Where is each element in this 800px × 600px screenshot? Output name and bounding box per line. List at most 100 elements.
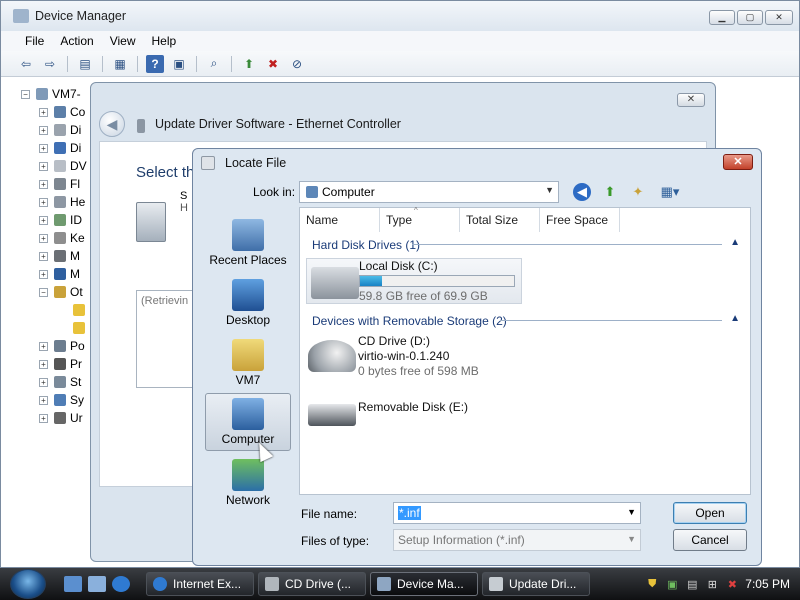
console-tree-icon[interactable]: ▤ [76, 55, 94, 73]
forward-arrow-icon[interactable]: ⇨ [41, 55, 59, 73]
tree-item[interactable]: + Ke [39, 229, 89, 247]
expand-icon[interactable]: + [39, 179, 48, 189]
collapse-icon[interactable]: − [39, 287, 48, 297]
place-recent-places[interactable]: Recent Places [205, 215, 291, 273]
tree-item[interactable]: + St [39, 373, 89, 391]
security-shield-icon[interactable]: ⛊ [645, 577, 659, 591]
task-cd-drive[interactable]: CD Drive (... [258, 572, 366, 596]
internet-explorer-icon[interactable] [112, 576, 130, 592]
tree-item[interactable]: + M [39, 265, 89, 283]
tree-item[interactable]: + M [39, 247, 89, 265]
start-button[interactable] [10, 569, 46, 599]
chevron-down-icon[interactable]: ▼ [627, 507, 636, 517]
tree-item[interactable]: + Fl [39, 175, 89, 193]
expand-icon[interactable]: + [39, 251, 48, 261]
menu-action[interactable]: Action [52, 34, 101, 48]
expand-icon[interactable]: + [39, 341, 48, 351]
file-name-input[interactable]: *.inf ▼ [393, 502, 641, 524]
expand-icon[interactable]: + [39, 359, 48, 369]
chevron-down-icon[interactable]: ▼ [545, 185, 554, 195]
column-header-total-size[interactable]: Total Size [460, 208, 540, 232]
properties-icon[interactable]: ▦ [111, 55, 129, 73]
close-button[interactable]: ✕ [677, 93, 705, 107]
place-computer[interactable]: Computer [205, 393, 291, 451]
help-icon[interactable]: ? [146, 54, 164, 73]
show-desktop-icon[interactable] [64, 576, 82, 592]
group-header[interactable]: Hard Disk Drives (1) [312, 238, 420, 252]
tree-item[interactable]: + Pr [39, 355, 89, 373]
tree-item[interactable]: − Ot [39, 283, 89, 301]
tree-item[interactable]: + Po [39, 337, 89, 355]
clock[interactable]: 7:05 PM [745, 577, 790, 591]
locate-file-titlebar[interactable]: Locate File [193, 149, 761, 177]
expand-icon[interactable]: + [39, 197, 48, 207]
view-icon[interactable]: ▣ [170, 55, 188, 73]
tree-item[interactable]: + Sy [39, 391, 89, 409]
expand-icon[interactable]: + [39, 161, 48, 171]
expand-icon[interactable]: + [39, 269, 48, 279]
place-vm7[interactable]: VM7 [205, 335, 291, 393]
place-network[interactable]: Network [205, 455, 291, 513]
disable-device-icon[interactable]: ⊘ [288, 55, 306, 73]
tree-item[interactable]: + Di [39, 121, 89, 139]
expand-icon[interactable]: + [39, 125, 48, 135]
minimize-button[interactable]: ▁ [709, 10, 735, 25]
collapse-chevron-icon[interactable]: ▲ [730, 237, 740, 248]
update-driver-icon[interactable]: ⬆ [240, 55, 258, 73]
switch-windows-icon[interactable] [88, 576, 106, 592]
expand-icon[interactable]: + [39, 233, 48, 243]
menu-file[interactable]: File [17, 34, 52, 48]
cancel-button[interactable]: Cancel [673, 529, 747, 551]
device-manager-titlebar[interactable]: Device Manager [1, 1, 799, 31]
task-device-manager[interactable]: Device Ma... [370, 572, 478, 596]
menu-view[interactable]: View [102, 34, 144, 48]
network-icon[interactable]: ▣ [665, 577, 679, 591]
look-in-select[interactable]: Computer ▼ [299, 181, 559, 203]
expand-icon[interactable]: + [39, 377, 48, 387]
drive-removable-e[interactable]: Removable Disk (E:) [306, 396, 526, 432]
expand-icon[interactable]: + [39, 143, 48, 153]
volume-muted-icon[interactable]: ✖ [725, 577, 739, 591]
group-header[interactable]: Devices with Removable Storage (2) [312, 314, 507, 328]
uninstall-icon[interactable]: ✖ [264, 55, 282, 73]
tree-item[interactable] [73, 301, 89, 319]
up-folder-icon[interactable]: ⬆ [601, 183, 619, 201]
collapse-chevron-icon[interactable]: ▲ [730, 313, 740, 324]
view-menu-icon[interactable]: ▦▾ [657, 183, 683, 201]
column-header-name[interactable]: Name [300, 208, 380, 232]
scan-hardware-icon[interactable]: ⌕ [205, 55, 223, 73]
close-button[interactable]: ✕ [723, 154, 753, 170]
tree-item[interactable] [73, 319, 89, 337]
menu-help[interactable]: Help [144, 34, 185, 48]
tree-item[interactable]: + Di [39, 139, 89, 157]
close-button[interactable]: ✕ [765, 10, 793, 25]
option-letter: S [180, 190, 188, 202]
tree-root[interactable]: − VM7- [21, 85, 89, 103]
tree-item[interactable]: + ID [39, 211, 89, 229]
back-icon[interactable]: ◀ [573, 183, 591, 201]
back-button[interactable]: ◀ [99, 111, 125, 137]
drive-cd-d[interactable]: CD Drive (D:) virtio-win-0.1.240 0 bytes… [306, 334, 526, 384]
tree-item[interactable]: + He [39, 193, 89, 211]
new-folder-icon[interactable]: ✦ [629, 183, 647, 201]
tree-item[interactable]: + DV [39, 157, 89, 175]
expand-icon[interactable]: + [39, 215, 48, 225]
task-update-driver[interactable]: Update Dri... [482, 572, 590, 596]
maximize-button[interactable]: ▢ [737, 10, 763, 25]
expand-icon[interactable]: + [39, 107, 48, 117]
place-desktop[interactable]: Desktop [205, 275, 291, 333]
tree-item[interactable]: + Ur [39, 409, 89, 427]
open-button[interactable]: Open [673, 502, 747, 524]
expand-icon[interactable]: + [39, 413, 48, 423]
action-center-icon[interactable]: ▤ [685, 577, 699, 591]
column-header-free-space[interactable]: Free Space [540, 208, 620, 232]
expand-icon[interactable]: + [39, 395, 48, 405]
collapse-icon[interactable]: − [21, 89, 30, 99]
drive-local-disk-c[interactable]: Local Disk (C:) 59.8 GB free of 69.9 GB [306, 258, 522, 304]
task-internet-explorer[interactable]: Internet Ex... [146, 572, 254, 596]
network-disconnected-icon[interactable]: ⊞ [705, 577, 719, 591]
column-header-type[interactable]: Type [380, 208, 460, 232]
files-of-type-select[interactable]: Setup Information (*.inf) ▼ [393, 529, 641, 551]
tree-item[interactable]: + Co [39, 103, 89, 121]
back-arrow-icon[interactable]: ⇦ [17, 55, 35, 73]
